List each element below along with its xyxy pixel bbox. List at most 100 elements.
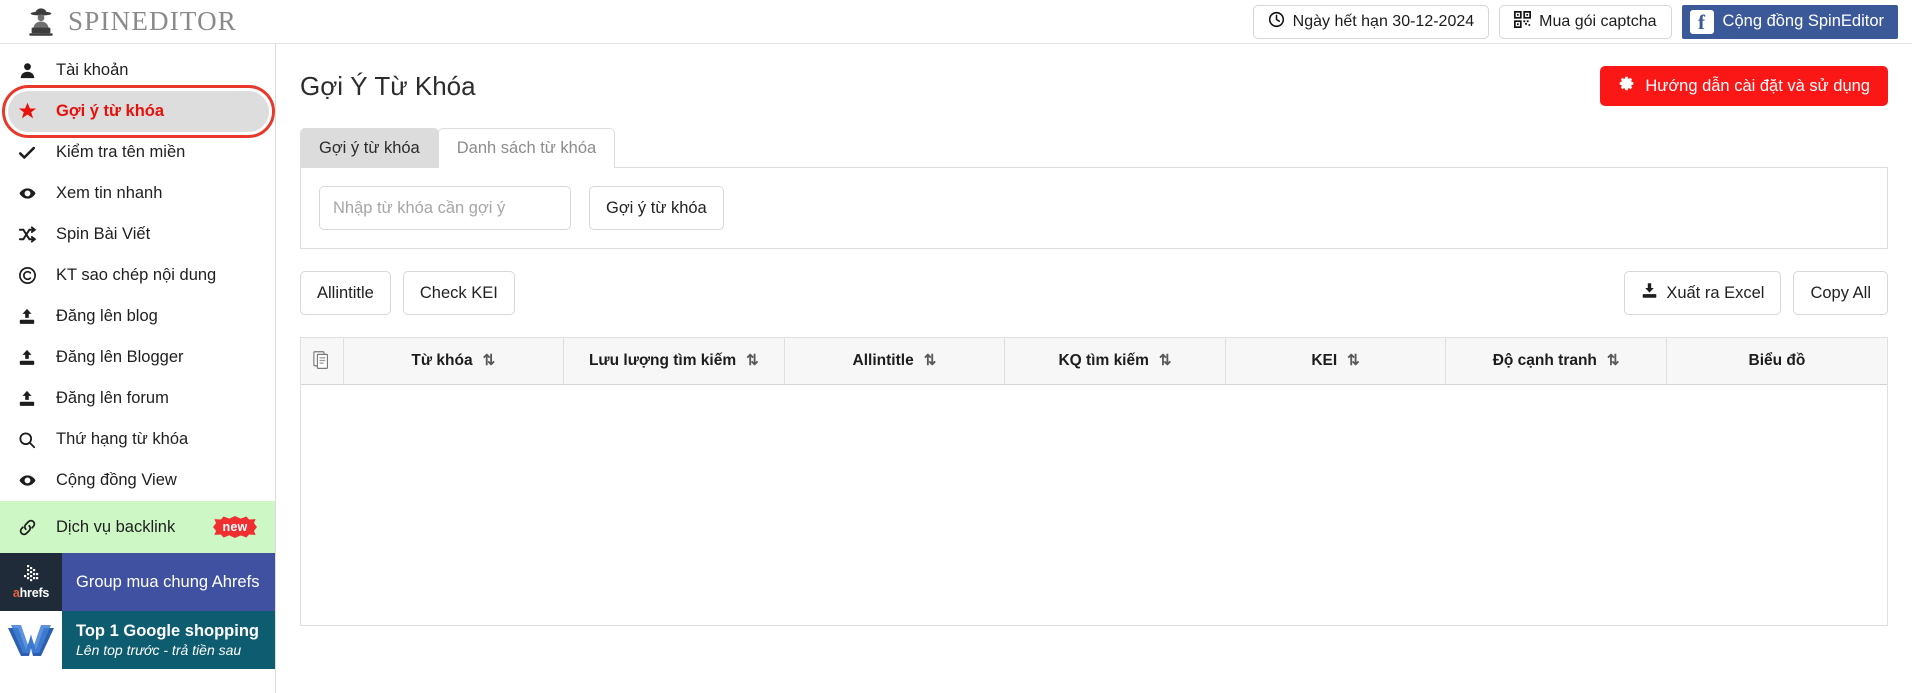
search-icon bbox=[14, 431, 40, 449]
export-excel-label: Xuất ra Excel bbox=[1666, 283, 1765, 302]
sort-icon: ⇅ bbox=[1606, 352, 1620, 370]
column-label: KEI bbox=[1311, 351, 1338, 369]
sidebar-item-dich-vu-backlink[interactable]: Dịch vụ backlink new bbox=[0, 501, 275, 553]
facebook-community-button[interactable]: f Cộng đồng SpinEditor bbox=[1681, 4, 1898, 39]
sidebar-nav: Tài khoản Gợi ý từ khóa Kiểm tra tên miề… bbox=[0, 44, 275, 501]
promo-subtitle: Lên top trước - trả tiền sau bbox=[76, 642, 242, 658]
keyword-search-input[interactable] bbox=[319, 186, 571, 230]
ahrefs-dots-icon bbox=[24, 564, 39, 581]
sidebar-item-cong-dong-view[interactable]: Cộng đồng View bbox=[0, 460, 275, 501]
sidebar-item-dang-len-forum[interactable]: Đăng lên forum bbox=[0, 378, 275, 419]
sidebar-item-dang-len-blog[interactable]: Đăng lên blog bbox=[0, 296, 275, 337]
facebook-icon: f bbox=[1689, 9, 1714, 34]
app-body: Tài khoản Gợi ý từ khóa Kiểm tra tên miề… bbox=[0, 44, 1912, 693]
new-badge: new bbox=[213, 516, 257, 538]
sort-icon: ⇅ bbox=[482, 352, 496, 370]
keyword-results-table: Từ khóa ⇅ Lưu lượng tìm kiếm ⇅ Allintitle ⇅… bbox=[300, 337, 1888, 626]
sidebar-item-kiem-tra-ten-mien[interactable]: Kiểm tra tên miền bbox=[0, 132, 275, 173]
sidebar-item-label: Kiểm tra tên miền bbox=[56, 143, 186, 161]
sidebar-item-label: KT sao chép nội dung bbox=[56, 266, 217, 284]
allintitle-button[interactable]: Allintitle bbox=[300, 271, 391, 315]
ahrefs-rest: hrefs bbox=[19, 585, 50, 600]
column-label: Biểu đồ bbox=[1748, 351, 1806, 369]
toolbar-left: Allintitle Check KEI bbox=[300, 271, 515, 315]
main-content: Gợi Ý Từ Khóa Hướng dẫn cài đặt và sử dụ… bbox=[276, 44, 1912, 693]
upload-icon bbox=[14, 349, 40, 367]
column-tu-khoa[interactable]: Từ khóa ⇅ bbox=[343, 338, 565, 385]
buy-captcha-label: Mua gói captcha bbox=[1539, 12, 1657, 30]
clock-icon bbox=[1268, 11, 1285, 33]
expiry-button[interactable]: Ngày hết hạn 30-12-2024 bbox=[1252, 4, 1490, 39]
sidebar-item-goi-y-tu-khoa[interactable]: Gợi ý từ khóa bbox=[2, 85, 275, 138]
sidebar-promo-ahrefs[interactable]: ahrefs Group mua chung Ahrefs bbox=[0, 553, 275, 611]
table-head: Từ khóa ⇅ Lưu lượng tìm kiếm ⇅ Allintitle ⇅… bbox=[301, 338, 1887, 385]
sidebar-item-kt-sao-chep-noi-dung[interactable]: KT sao chép nội dung bbox=[0, 255, 275, 296]
column-luu-luong-tim-kiem[interactable]: Lưu lượng tìm kiếm ⇅ bbox=[563, 338, 785, 385]
shuffle-icon bbox=[14, 225, 40, 244]
column-bieu-do[interactable]: Biểu đồ bbox=[1666, 338, 1887, 385]
guide-button-label: Hướng dẫn cài đặt và sử dụng bbox=[1645, 76, 1870, 95]
export-excel-button[interactable]: Xuất ra Excel bbox=[1624, 271, 1782, 315]
guide-button[interactable]: Hướng dẫn cài đặt và sử dụng bbox=[1600, 66, 1888, 106]
column-label: Lưu lượng tìm kiếm bbox=[588, 351, 737, 369]
sidebar-item-label: Tài khoản bbox=[56, 61, 129, 79]
new-badge-label: new bbox=[222, 520, 248, 534]
eye-icon bbox=[14, 471, 40, 490]
column-label: Từ khóa bbox=[411, 351, 473, 369]
suggest-keyword-button[interactable]: Gợi ý từ khóa bbox=[589, 186, 724, 230]
column-allintitle[interactable]: Allintitle ⇅ bbox=[784, 338, 1006, 385]
ahrefs-promo-label: Group mua chung Ahrefs bbox=[62, 553, 275, 611]
sidebar-item-label: Đăng lên forum bbox=[56, 389, 169, 407]
check-icon bbox=[14, 144, 40, 162]
table-header-row: Từ khóa ⇅ Lưu lượng tìm kiếm ⇅ Allintitle ⇅… bbox=[301, 338, 1887, 385]
column-copy[interactable] bbox=[301, 338, 344, 385]
toolbar-right: Xuất ra Excel Copy All bbox=[1624, 271, 1888, 315]
check-kei-button[interactable]: Check KEI bbox=[402, 271, 515, 315]
sidebar-item-xem-tin-nhanh[interactable]: Xem tin nhanh bbox=[0, 173, 275, 214]
ahrefs-wordmark: ahrefs bbox=[13, 585, 50, 600]
promo-title: Top 1 Google shopping bbox=[76, 622, 260, 640]
sidebar-item-dang-len-blogger[interactable]: Đăng lên Blogger bbox=[0, 337, 275, 378]
page-title: Gợi Ý Từ Khóa bbox=[300, 70, 476, 101]
copyright-icon bbox=[14, 266, 40, 285]
buy-captcha-button[interactable]: Mua gói captcha bbox=[1499, 4, 1672, 39]
tab-goi-y-tu-khoa[interactable]: Gợi ý từ khóa bbox=[300, 128, 439, 168]
sort-icon: ⇅ bbox=[746, 352, 759, 370]
spy-laptop-icon bbox=[26, 7, 56, 37]
sidebar-item-label: Cộng đồng View bbox=[56, 471, 177, 489]
upload-icon bbox=[14, 390, 40, 408]
sidebar: Tài khoản Gợi ý từ khóa Kiểm tra tên miề… bbox=[0, 44, 276, 693]
column-label: Allintitle bbox=[852, 351, 914, 369]
sidebar-item-label: Gợi ý từ khóa bbox=[56, 102, 165, 120]
expiry-label: Ngày hết hạn 30-12-2024 bbox=[1292, 12, 1475, 30]
top-header-bar: SPINEDITOR Ngày hết hạn 30-12-2024 Mua g… bbox=[0, 0, 1912, 44]
document-copy-icon bbox=[313, 350, 331, 371]
sidebar-item-label: Dịch vụ backlink bbox=[56, 517, 176, 536]
column-kq-tim-kiem[interactable]: KQ tìm kiếm ⇅ bbox=[1004, 338, 1226, 385]
column-label: KQ tìm kiếm bbox=[1058, 351, 1149, 369]
brand[interactable]: SPINEDITOR bbox=[0, 6, 237, 37]
qr-code-icon bbox=[1514, 10, 1532, 33]
copy-all-button[interactable]: Copy All bbox=[1793, 271, 1888, 315]
column-do-canh-tranh[interactable]: Độ cạnh tranh ⇅ bbox=[1445, 338, 1667, 385]
download-excel-icon bbox=[1641, 282, 1658, 304]
sidebar-item-thu-hang-tu-khoa[interactable]: Thứ hạng từ khóa bbox=[0, 419, 275, 460]
upload-icon bbox=[14, 308, 40, 326]
sidebar-item-label: Đăng lên blog bbox=[56, 307, 158, 325]
star-icon bbox=[14, 102, 40, 121]
sidebar-item-tai-khoan[interactable]: Tài khoản bbox=[0, 50, 275, 91]
tab-danh-sach-tu-khoa[interactable]: Danh sách từ khóa bbox=[437, 128, 616, 168]
column-kei[interactable]: KEI ⇅ bbox=[1225, 338, 1447, 385]
sidebar-item-spin-bai-viet[interactable]: Spin Bài Viết bbox=[0, 214, 275, 255]
table-body-empty bbox=[301, 384, 1887, 624]
page-header: Gợi Ý Từ Khóa Hướng dẫn cài đặt và sử dụ… bbox=[300, 66, 1888, 106]
header-actions: Ngày hết hạn 30-12-2024 Mua gói captcha … bbox=[1252, 4, 1912, 39]
link-icon bbox=[14, 518, 40, 537]
table-toolbar: Allintitle Check KEI Xuất ra Excel Copy … bbox=[300, 271, 1888, 315]
eye-icon bbox=[14, 184, 40, 203]
sort-icon: ⇅ bbox=[1347, 352, 1360, 370]
brand-name: SPINEDITOR bbox=[68, 6, 238, 36]
ahrefs-logo: ahrefs bbox=[0, 553, 62, 611]
google-shopping-promo-text: Top 1 Google shopping Lên top trước - tr… bbox=[62, 611, 275, 669]
sidebar-promo-google-shopping[interactable]: Top 1 Google shopping Lên top trước - tr… bbox=[0, 611, 275, 669]
